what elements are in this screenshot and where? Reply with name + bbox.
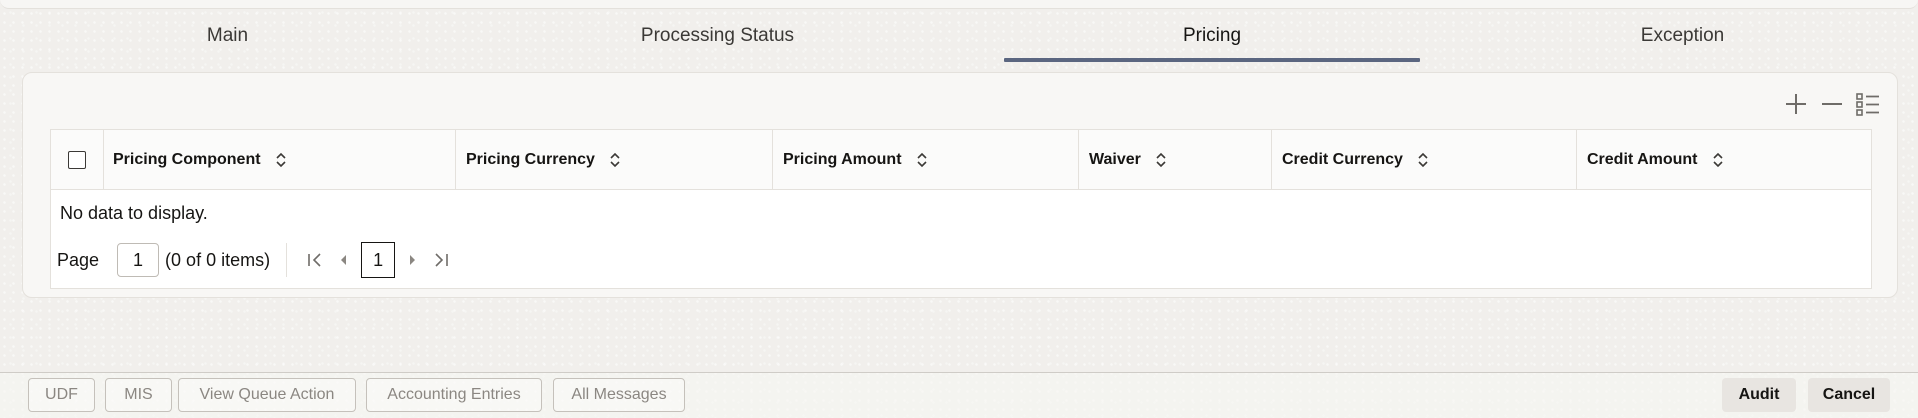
select-all-cell: [51, 130, 104, 189]
column-header-credit-amount[interactable]: Credit Amount: [1577, 130, 1871, 189]
tab-bar: Main Processing Status Pricing Exception: [0, 10, 1918, 62]
previous-page-icon[interactable]: [329, 243, 357, 277]
audit-button[interactable]: Audit: [1722, 378, 1796, 412]
page-label: Page: [57, 249, 100, 270]
pager-divider: [286, 243, 288, 277]
column-header-credit-currency[interactable]: Credit Currency: [1272, 130, 1577, 189]
add-icon[interactable]: [1781, 89, 1811, 119]
empty-message: No data to display.: [60, 203, 208, 223]
sort-icon[interactable]: [275, 151, 287, 169]
tab-processing-status[interactable]: Processing Status: [565, 10, 870, 62]
column-label: Credit Currency: [1282, 150, 1403, 168]
footer-bar: UDF MIS View Queue Action Accounting Ent…: [0, 372, 1918, 418]
column-label: Pricing Currency: [466, 150, 595, 168]
mis-button[interactable]: MIS: [105, 378, 172, 412]
column-header-waiver[interactable]: Waiver: [1079, 130, 1272, 189]
column-label: Credit Amount: [1587, 150, 1698, 168]
column-header-pricing-currency[interactable]: Pricing Currency: [456, 130, 773, 189]
all-messages-button[interactable]: All Messages: [553, 378, 685, 412]
sort-icon[interactable]: [916, 151, 928, 169]
item-count: (0 of 0 items): [165, 249, 271, 270]
column-list-icon[interactable]: [1853, 89, 1883, 119]
current-page-button[interactable]: 1: [361, 242, 396, 278]
sort-icon[interactable]: [1417, 151, 1429, 169]
pricing-table: Pricing Component Pricing Currency Prici…: [50, 129, 1872, 289]
column-label: Pricing Amount: [783, 150, 902, 168]
tab-exception[interactable]: Exception: [1550, 10, 1815, 62]
remove-icon[interactable]: [1817, 89, 1847, 119]
udf-button[interactable]: UDF: [28, 378, 95, 412]
column-label: Waiver: [1089, 150, 1141, 168]
page-input[interactable]: [117, 243, 160, 277]
cancel-button[interactable]: Cancel: [1808, 378, 1890, 412]
next-page-icon[interactable]: [399, 243, 427, 277]
pricing-panel: Pricing Component Pricing Currency Prici…: [22, 72, 1898, 298]
tab-pricing[interactable]: Pricing: [1004, 10, 1420, 62]
top-edge: [0, 0, 1918, 9]
column-label: Pricing Component: [113, 150, 261, 168]
select-all-checkbox[interactable]: [68, 150, 86, 169]
column-header-pricing-amount[interactable]: Pricing Amount: [773, 130, 1079, 189]
sort-icon[interactable]: [1155, 151, 1167, 169]
accounting-entries-button[interactable]: Accounting Entries: [366, 378, 542, 412]
sort-icon[interactable]: [609, 151, 621, 169]
grid-toolbar: [1781, 89, 1883, 119]
table-header: Pricing Component Pricing Currency Prici…: [51, 130, 1871, 190]
first-page-icon[interactable]: [301, 243, 329, 277]
sort-icon[interactable]: [1712, 151, 1724, 169]
pagination: Page (0 of 0 items) 1: [57, 241, 455, 279]
column-header-pricing-component[interactable]: Pricing Component: [103, 130, 456, 189]
tab-main[interactable]: Main: [95, 10, 360, 62]
view-queue-action-button[interactable]: View Queue Action: [178, 378, 356, 412]
last-page-icon[interactable]: [427, 243, 455, 277]
